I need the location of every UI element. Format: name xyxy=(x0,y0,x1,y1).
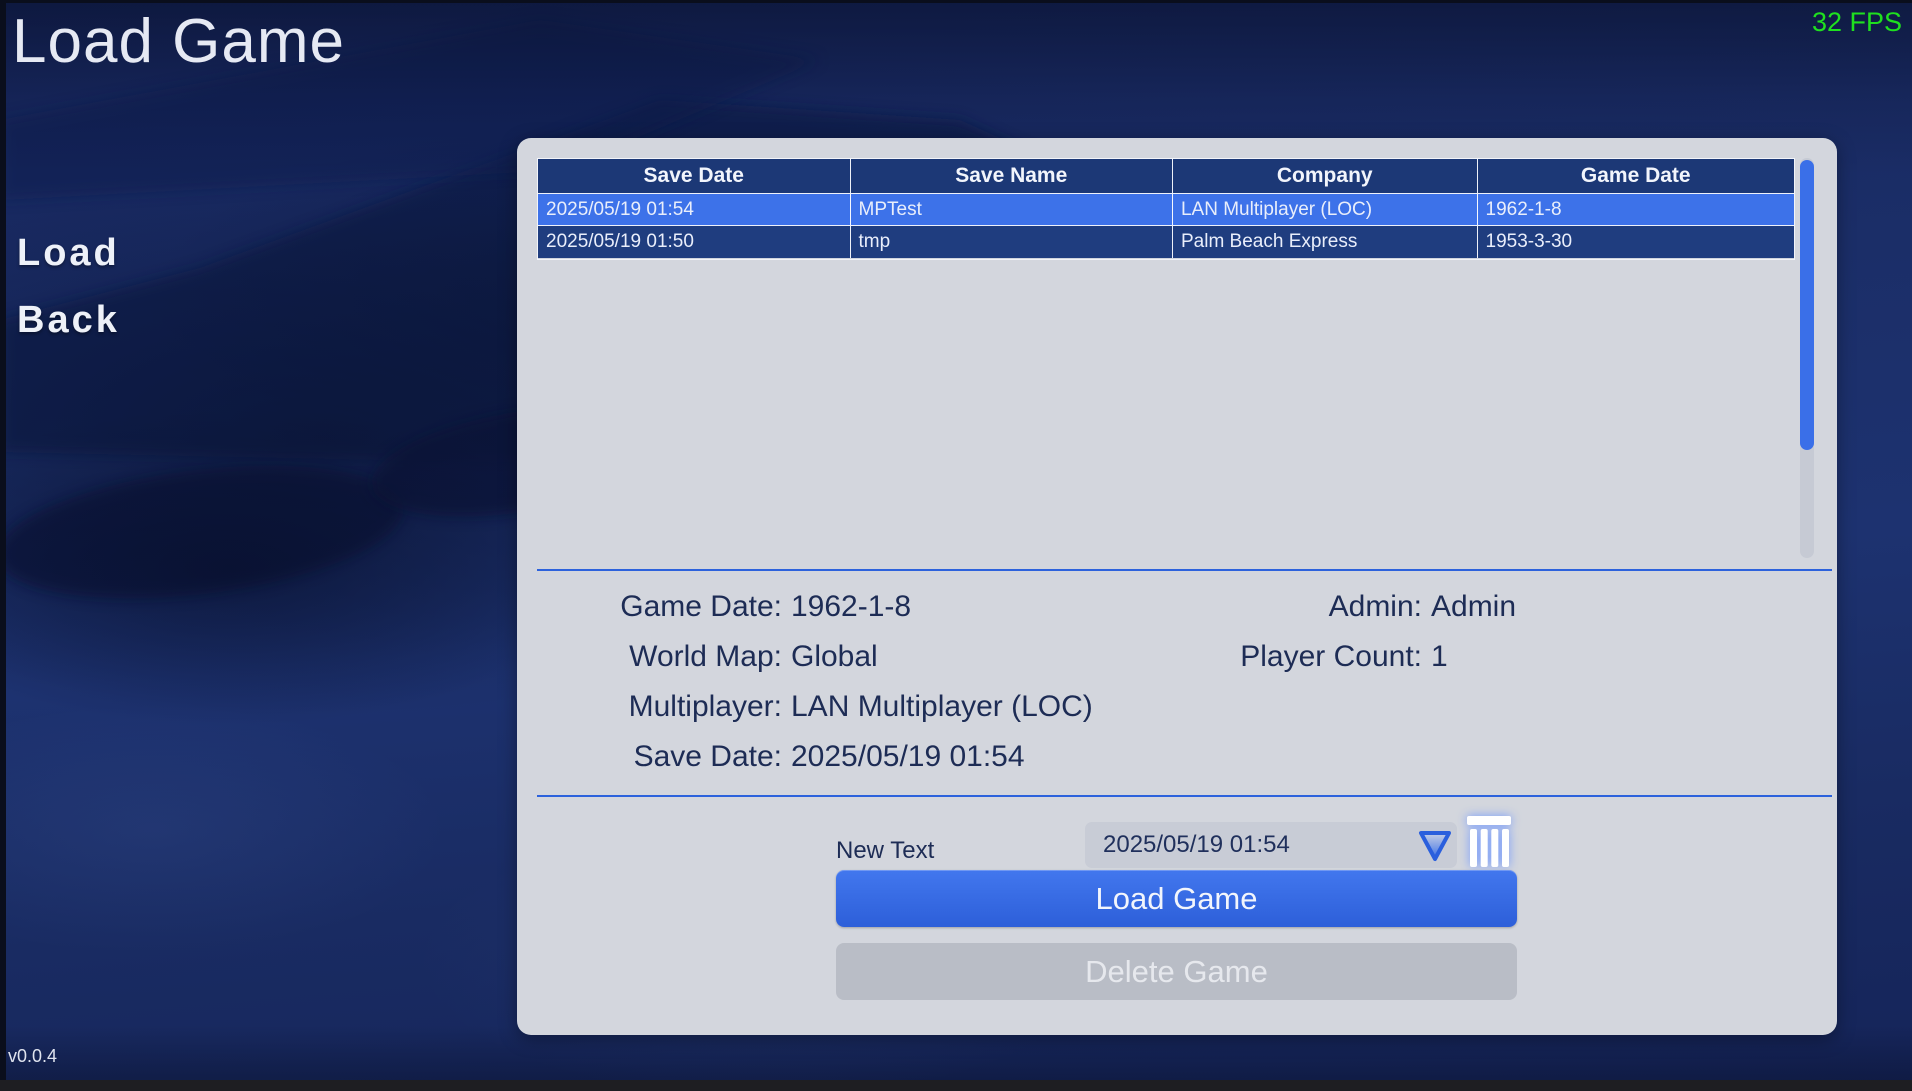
bottom-bar xyxy=(0,1080,1912,1091)
table-scrollbar-thumb[interactable] xyxy=(1800,160,1814,450)
column-header-save-date: Save Date xyxy=(643,164,744,187)
menu-item-back[interactable]: Back xyxy=(17,299,120,342)
new-text-label: New Text xyxy=(836,837,935,864)
cell-game-date: 1953-3-30 xyxy=(1476,226,1795,258)
detail-value: 2025/05/19 01:54 xyxy=(791,740,1025,773)
detail-multiplayer: Multiplayer: LAN Multiplayer (LOC) xyxy=(557,690,1093,730)
detail-game-date: Game Date: 1962-1-8 xyxy=(557,590,911,630)
cell-save-name: MPTest xyxy=(849,194,1172,225)
screen-edge-top xyxy=(0,0,1912,3)
page-title: Load Game xyxy=(12,7,345,76)
detail-label: Multiplayer: xyxy=(628,690,782,723)
detail-value: LAN Multiplayer (LOC) xyxy=(791,690,1093,723)
detail-label: Player Count: xyxy=(1240,640,1422,673)
cell-game-date: 1962-1-8 xyxy=(1476,194,1795,225)
detail-admin: Admin: Admin xyxy=(1177,590,1516,630)
detail-value: Admin xyxy=(1431,590,1517,623)
detail-value: 1 xyxy=(1431,640,1448,673)
load-game-screen: Load Game 32 FPS v0.0.4 Load Back Save D… xyxy=(0,0,1912,1091)
cell-save-date: 2025/05/19 01:54 xyxy=(546,199,694,220)
load-game-panel: Save Date Save Name Company Game Date 20… xyxy=(517,138,1837,1035)
detail-label: World Map: xyxy=(629,640,782,673)
cell-save-name: tmp xyxy=(849,226,1172,258)
trash-icon xyxy=(1467,816,1511,867)
cell-company: Palm Beach Express xyxy=(1171,226,1477,258)
table-scrollbar-track[interactable] xyxy=(1800,158,1814,558)
table-row[interactable]: 2025/05/19 01:50 tmp Palm Beach Express … xyxy=(538,226,1794,259)
screen-edge-left xyxy=(0,0,6,1091)
save-name-input[interactable] xyxy=(1085,822,1457,868)
cell-company: LAN Multiplayer (LOC) xyxy=(1171,194,1477,225)
save-game-table: Save Date Save Name Company Game Date 20… xyxy=(537,158,1795,260)
column-header-company: Company xyxy=(1171,159,1477,193)
detail-label: Admin: xyxy=(1328,590,1422,623)
detail-player-count: Player Count: 1 xyxy=(1177,640,1448,680)
dropdown-arrow-icon[interactable] xyxy=(1417,830,1453,862)
delete-save-icon-button[interactable] xyxy=(1466,816,1512,869)
load-game-button[interactable]: Load Game xyxy=(836,870,1517,927)
side-menu: Load Back xyxy=(17,232,120,366)
delete-game-button[interactable]: Delete Game xyxy=(836,943,1517,1000)
cell-save-date: 2025/05/19 01:50 xyxy=(546,231,694,252)
column-header-game-date: Game Date xyxy=(1476,159,1795,193)
detail-value: 1962-1-8 xyxy=(791,590,912,623)
menu-item-load[interactable]: Load xyxy=(17,232,120,275)
separator-line xyxy=(537,795,1832,797)
separator-line xyxy=(537,569,1832,571)
detail-value: Global xyxy=(791,640,878,673)
detail-label: Save Date: xyxy=(633,740,782,773)
table-header-row: Save Date Save Name Company Game Date xyxy=(538,159,1794,193)
table-row[interactable]: 2025/05/19 01:54 MPTest LAN Multiplayer … xyxy=(538,193,1794,226)
version-label: v0.0.4 xyxy=(8,1046,58,1066)
detail-world-map: World Map: Global xyxy=(557,640,878,680)
fps-counter: 32 FPS xyxy=(1811,7,1902,37)
detail-label: Game Date: xyxy=(620,590,782,623)
detail-save-date: Save Date: 2025/05/19 01:54 xyxy=(557,740,1025,780)
column-header-save-name: Save Name xyxy=(849,159,1172,193)
